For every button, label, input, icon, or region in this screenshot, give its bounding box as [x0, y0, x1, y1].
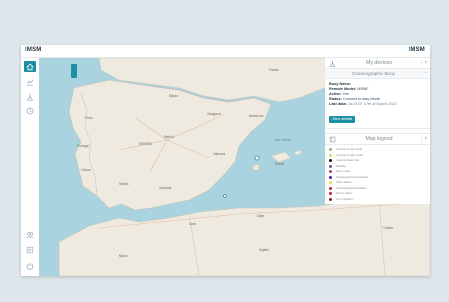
label-barcelona: Barcelona: [249, 114, 264, 118]
legend-list: Connect to stay mode Connect to sight mod…: [325, 145, 430, 204]
clock-icon: [26, 107, 34, 114]
legend-label: Severe alarm: [336, 192, 352, 196]
label-portugal: Portugal: [77, 144, 89, 148]
label-bilbao: Bilbao: [169, 94, 178, 98]
logout-button[interactable]: [24, 260, 36, 271]
info-row-last-data: Last data: 14:25:07 17th of March 2022: [329, 102, 426, 107]
buoy-icon: [26, 93, 34, 101]
legend-label: Unchanged/warned alarm: [336, 186, 367, 190]
label-lisboa: Lisboa: [81, 168, 91, 172]
app-window: IMSM IMSM ESPAÑA Madrid Portugal Lisboa …: [21, 45, 430, 276]
logo-text-right: MSM: [410, 47, 425, 53]
devices-title: My devices: [366, 60, 392, 66]
devices-panel: My devices × Oceanographic Buoy ⌃ Buoy N…: [325, 58, 430, 204]
top-bar: IMSM IMSM: [21, 45, 430, 58]
legend-swatch: [329, 197, 332, 201]
devices-close-button[interactable]: ×: [421, 60, 430, 66]
legend-label: Connect to stay mode: [336, 148, 363, 152]
info-value: MSMF: [357, 87, 369, 91]
legend-swatch: [329, 175, 332, 179]
label-maroc: Maroc: [119, 254, 128, 258]
buoy-header-label: Oceanographic Buoy: [352, 71, 395, 76]
label-alger: Alger: [257, 214, 265, 218]
label-france: France: [269, 68, 279, 72]
devices-header: My devices ×: [325, 58, 430, 69]
label-zaragoza: Zaragoza: [207, 112, 221, 116]
label-sevilla: Sevilla: [119, 182, 129, 186]
legend-swatch: [329, 170, 332, 174]
app-logo-right: IMSM: [409, 47, 425, 53]
history-button[interactable]: [24, 105, 36, 116]
label-tunisie: Tunisie: [383, 226, 394, 230]
legend-close-button[interactable]: ×: [421, 136, 430, 142]
legend-label: Communication fail: [336, 159, 359, 163]
label-valencia: Valencia: [213, 152, 225, 156]
last-data-timestamp: 14:25:07 17th of March 2022: [348, 102, 397, 106]
legend-title: Map legend: [365, 136, 393, 142]
label-mar-balear: Mar Balear: [275, 138, 291, 142]
view-details-button[interactable]: View details: [329, 115, 356, 123]
chevron-up-icon[interactable]: ⌃: [422, 71, 430, 76]
label-granada: Granada: [159, 186, 172, 190]
info-value: Yes: [342, 92, 349, 96]
legend-swatch: [329, 181, 332, 185]
chart-icon: [26, 78, 34, 86]
app-logo[interactable]: IMSM: [25, 47, 41, 53]
logo-text: MSM: [26, 47, 42, 53]
home-button[interactable]: [24, 61, 36, 72]
legend-label: Move mode: [336, 170, 351, 174]
label-palma: Palma: [275, 162, 285, 166]
legend-header: Map legend ×: [325, 133, 430, 145]
info-key: Buoy Name:: [329, 82, 352, 86]
legend-swatch: [329, 159, 332, 163]
messages-button[interactable]: [24, 244, 36, 255]
legend-swatch: [329, 153, 332, 157]
legend-swatch: [329, 186, 332, 190]
info-key: Status:: [329, 97, 342, 101]
buoy-info: Buoy Name: Remote Model: MSMF Active: Ye…: [325, 79, 430, 129]
legend-label: Connect to sight mode: [336, 153, 363, 157]
layers-toggle[interactable]: [71, 64, 77, 78]
info-key: Remote Model:: [329, 87, 357, 91]
legend-swatch: [329, 148, 332, 152]
legend-item: Out of position: [329, 197, 426, 203]
info-value: Connect to stay Mode: [342, 97, 380, 101]
chart-button[interactable]: [24, 76, 36, 87]
legend-swatch: [329, 164, 332, 168]
legend-label: Unchanged/warned station: [336, 175, 368, 179]
label-spain: ESPAÑA: [139, 142, 152, 146]
buoy-button[interactable]: [24, 91, 36, 102]
label-oran: Oran: [189, 222, 197, 226]
info-key: Last data:: [329, 102, 347, 106]
home-icon: [26, 63, 34, 70]
message-icon: [26, 246, 34, 253]
power-icon: [26, 262, 34, 270]
info-key: Active:: [329, 92, 342, 96]
legend-label: Standby: [336, 164, 346, 168]
legend-label: Alarm station: [336, 181, 352, 185]
buoy-icon: [328, 59, 337, 68]
legend-icon: [328, 135, 337, 144]
legend-label: Out of position: [336, 197, 354, 201]
label-algerie: Algérie: [259, 248, 269, 252]
label-madrid: Madrid: [164, 135, 174, 139]
users-icon: [26, 231, 34, 238]
sidebar: [21, 58, 40, 276]
label-porto: Porto: [85, 116, 93, 120]
users-button[interactable]: [24, 229, 36, 240]
legend-swatch: [329, 192, 332, 196]
buoy-section-header[interactable]: Oceanographic Buoy ⌃: [325, 69, 430, 79]
